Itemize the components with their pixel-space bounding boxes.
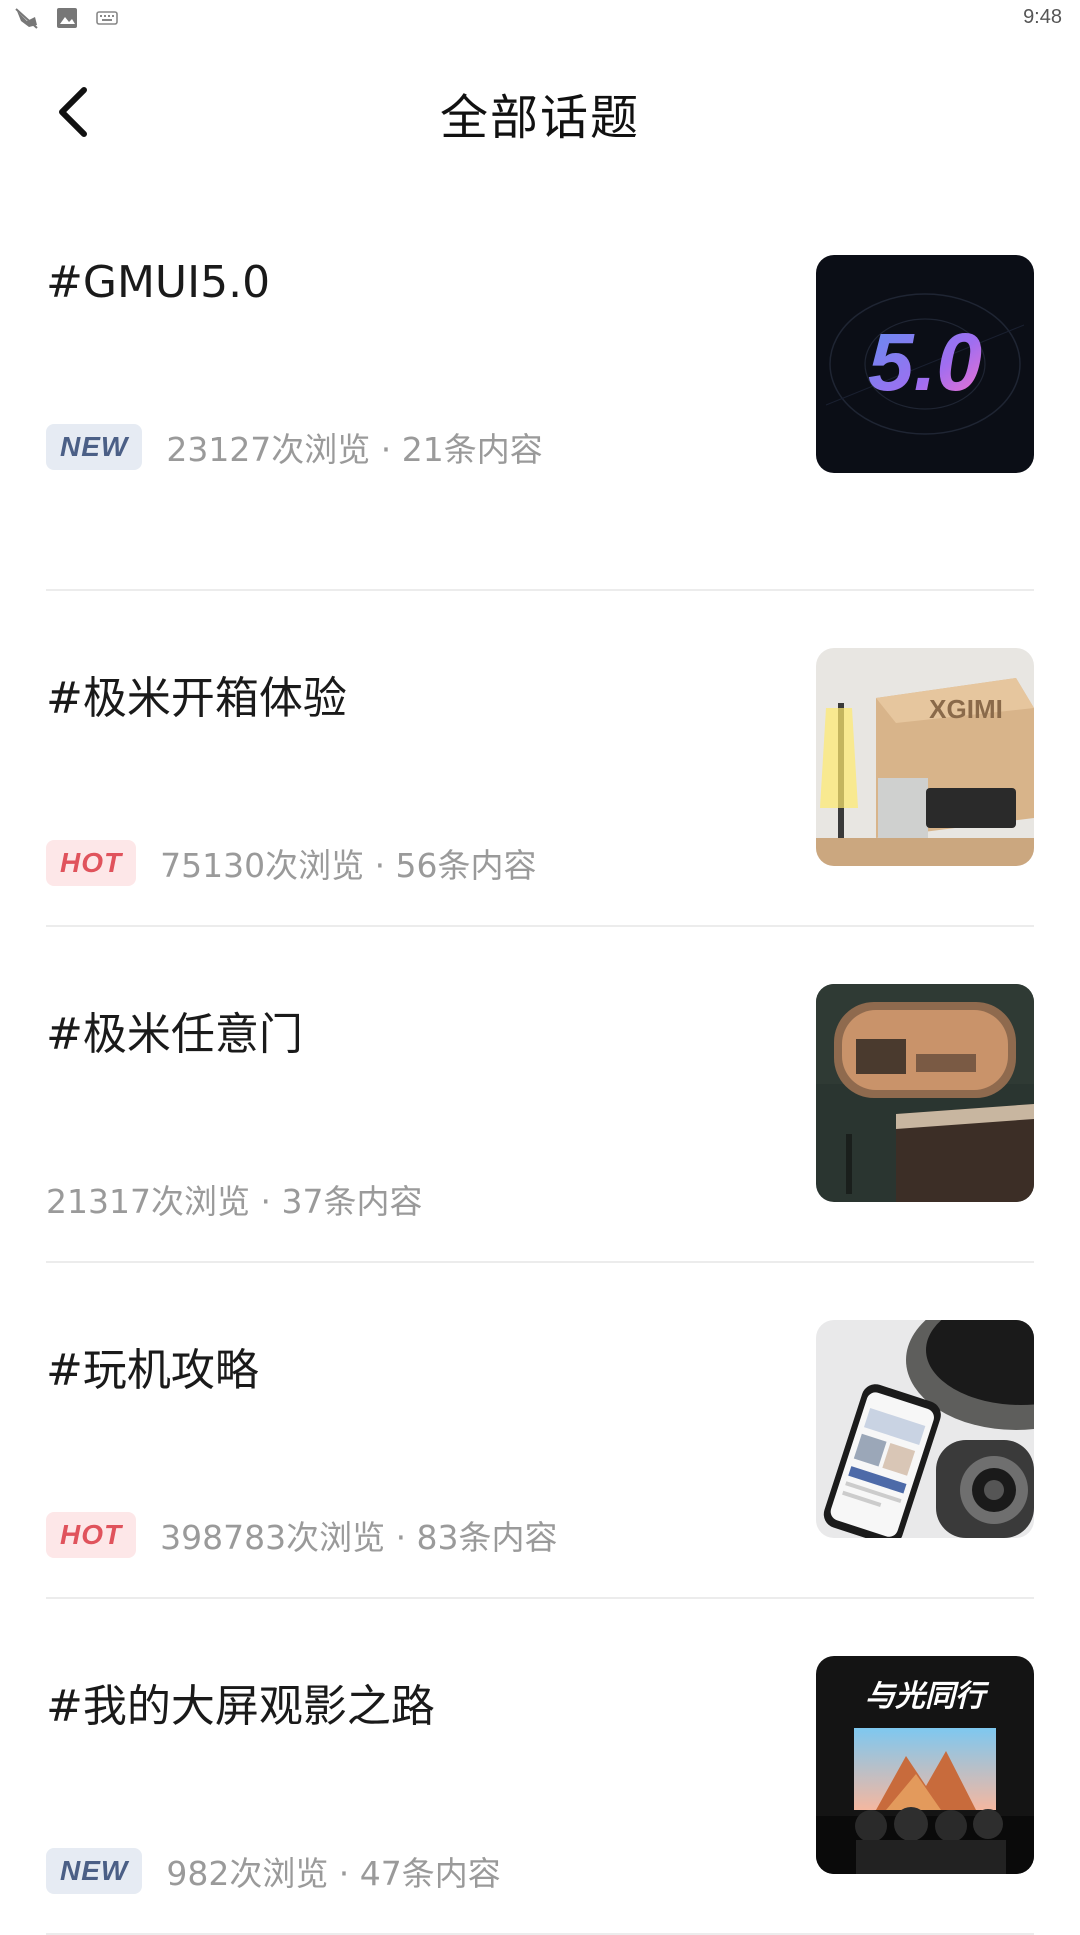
thumbnail-text: 5.0 — [868, 317, 982, 408]
topic-thumbnail — [816, 1320, 1034, 1538]
topic-thumbnail: 与光同行 — [816, 1656, 1034, 1874]
hot-badge: HOT — [46, 840, 137, 886]
topic-title: #极米开箱体验 — [46, 673, 347, 724]
thumbnail-text: 与光同行 — [865, 1679, 990, 1714]
topic-meta: NEW 982次浏览 · 47条内容 — [46, 1847, 501, 1895]
topic-stats: 21317次浏览 · 37条内容 — [46, 1182, 423, 1221]
topic-title: #GMUI5.0 — [46, 257, 271, 308]
topic-meta: 21317次浏览 · 37条内容 — [46, 1175, 422, 1223]
header: 全部话题 — [0, 40, 1080, 180]
topic-stats: 75130次浏览 · 56条内容 — [160, 846, 537, 885]
topic-item[interactable]: #GMUI5.0 NEW 23127次浏览 · 21条内容 5.0 — [46, 255, 1034, 591]
hot-badge: HOT — [46, 1512, 137, 1558]
thumbnail-text: XGIMI — [929, 694, 1003, 724]
topic-item[interactable]: #我的大屏观影之路 NEW 982次浏览 · 47条内容 与光同行 — [46, 1599, 1034, 1935]
topic-item[interactable]: #极米任意门 21317次浏览 · 37条内容 — [46, 927, 1034, 1263]
topic-stats: 23127次浏览 · 21条内容 — [166, 430, 543, 469]
new-badge: NEW — [46, 1848, 143, 1894]
topic-meta: NEW 23127次浏览 · 21条内容 — [46, 423, 543, 471]
bird-icon — [14, 6, 40, 30]
topic-title: #极米任意门 — [46, 1009, 303, 1060]
topic-thumbnail: XGIMI — [816, 648, 1034, 866]
status-icons — [14, 6, 120, 30]
keyboard-icon — [94, 6, 120, 30]
status-bar: 9:48 — [0, 0, 1080, 38]
topic-item[interactable]: #玩机攻略 HOT 398783次浏览 · 83条内容 — [46, 1263, 1034, 1599]
topic-thumbnail — [816, 984, 1034, 1202]
topic-item[interactable]: #极米开箱体验 HOT 75130次浏览 · 56条内容 XGIMI — [46, 591, 1034, 927]
page-title: 全部话题 — [439, 90, 640, 146]
new-badge: NEW — [46, 424, 143, 470]
topic-meta: HOT 398783次浏览 · 83条内容 — [46, 1511, 558, 1559]
topic-title: #我的大屏观影之路 — [46, 1681, 435, 1732]
image-icon — [54, 6, 80, 30]
topic-meta: HOT 75130次浏览 · 56条内容 — [46, 839, 537, 887]
topic-list: #GMUI5.0 NEW 23127次浏览 · 21条内容 5.0 #极米开箱体… — [0, 255, 1080, 1935]
topic-thumbnail: 5.0 — [816, 255, 1034, 473]
topic-stats: 398783次浏览 · 83条内容 — [160, 1518, 558, 1557]
topic-stats: 982次浏览 · 47条内容 — [166, 1854, 501, 1893]
topic-title: #玩机攻略 — [46, 1345, 259, 1396]
status-time: 9:48 — [1023, 6, 1062, 28]
